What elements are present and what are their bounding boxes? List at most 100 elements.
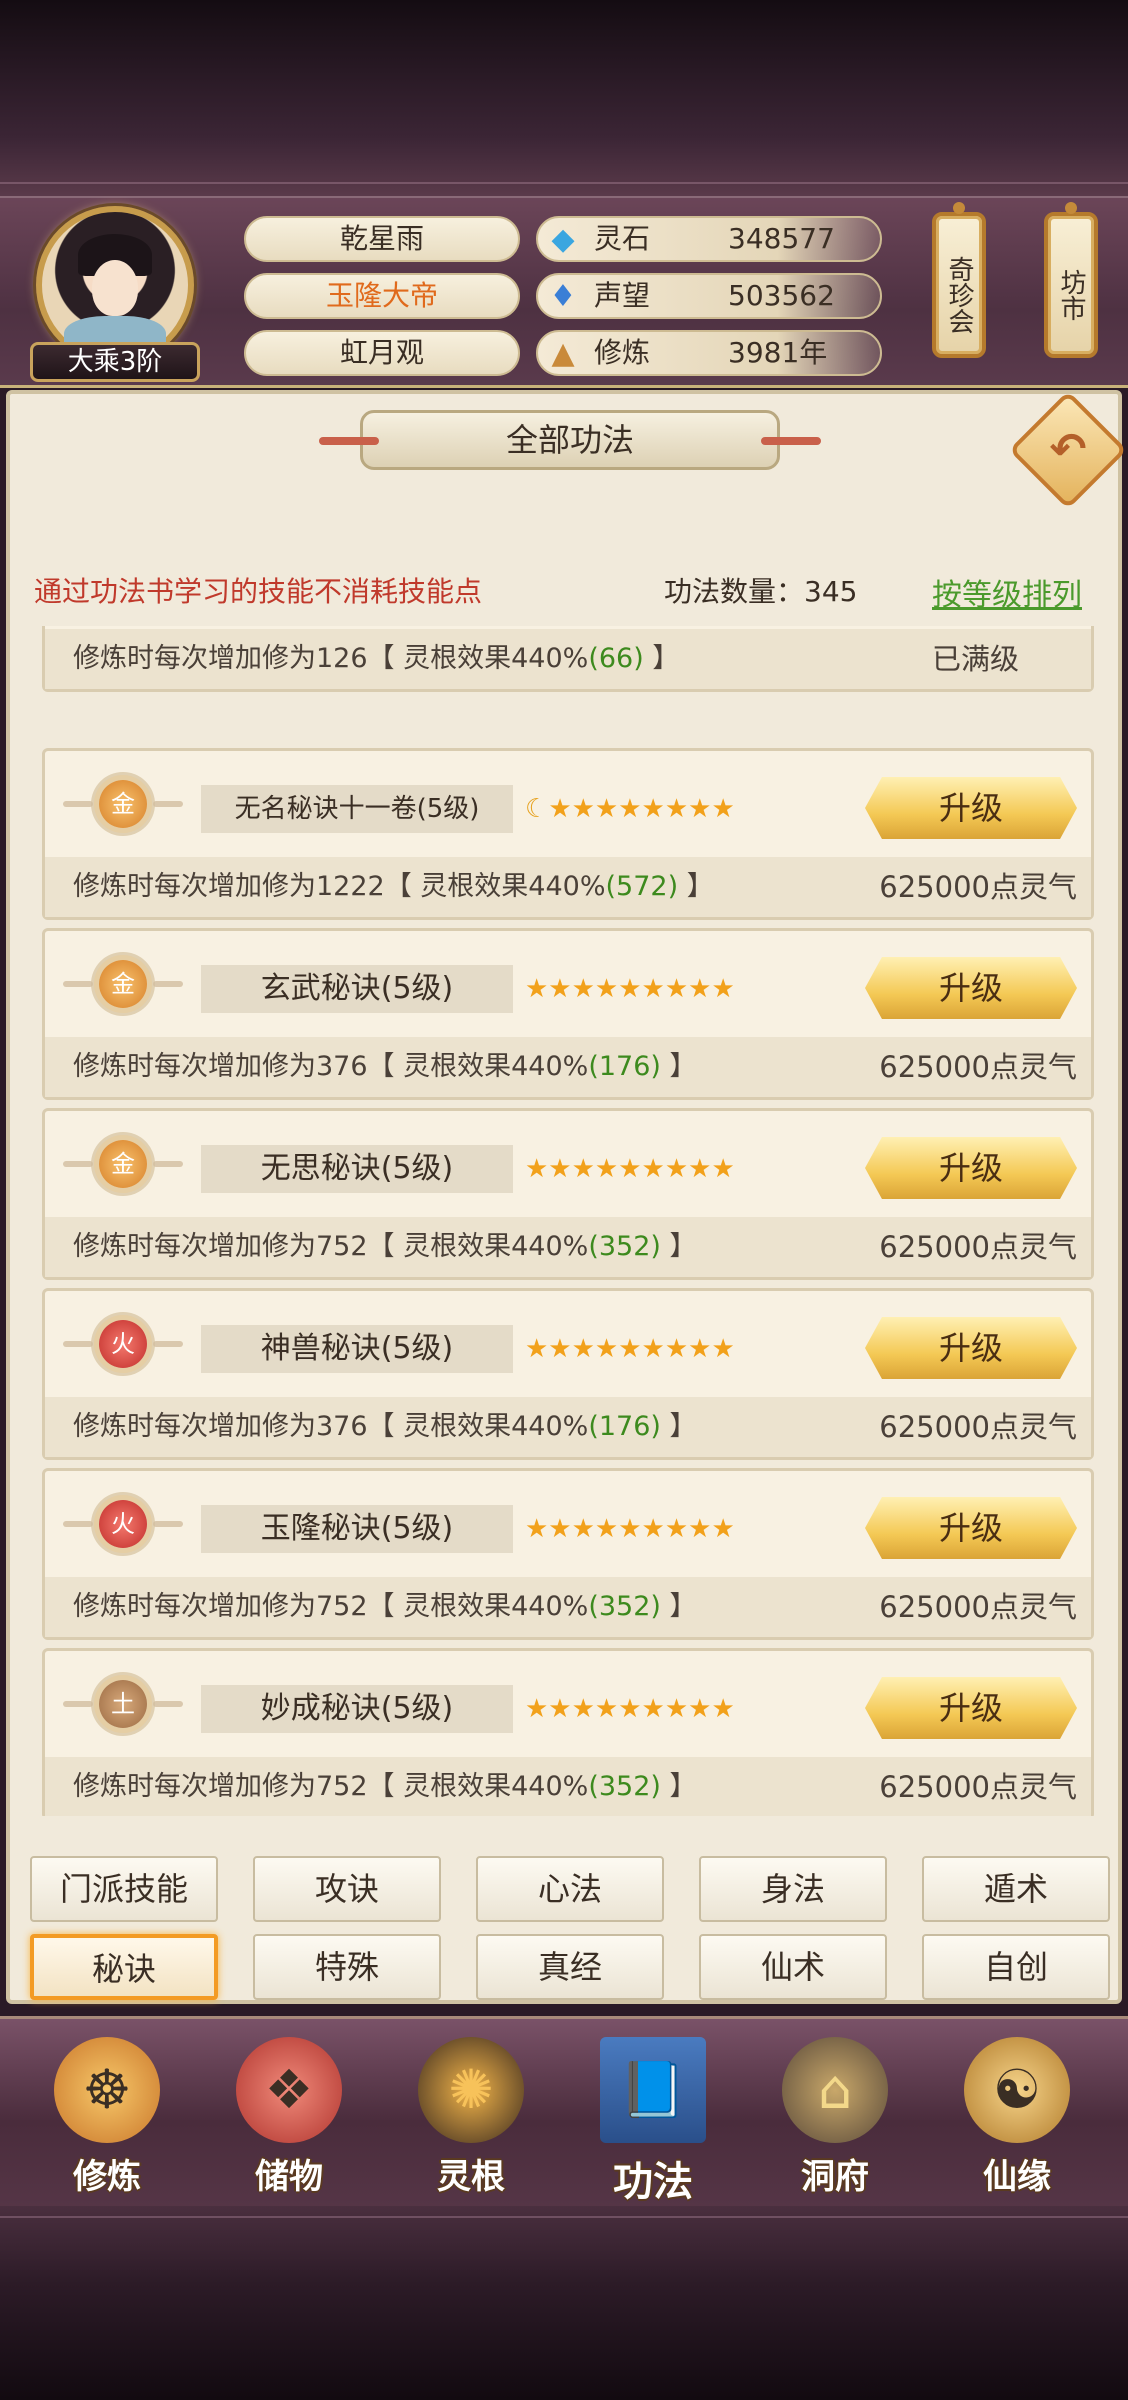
row-detail: 修炼时每次增加修为752【 灵根效果440%(352) 】 625000点灵气 [45, 1757, 1091, 1816]
avatar[interactable] [36, 206, 194, 364]
star-rating: ☾★★★★★★★★ [525, 794, 735, 824]
tab-mind-method[interactable]: 心法 [476, 1856, 664, 1922]
skill-count: 功法数量：345 [664, 575, 858, 608]
bottom-ornament [0, 2216, 1128, 2240]
skill-effect: 修炼时每次增加修为376【 灵根效果440%(176) 】 [73, 1397, 697, 1457]
effect-close: 】 [678, 871, 714, 902]
effect-close: 】 [660, 1231, 697, 1262]
star-rating: ★★★★★★★★★ [525, 1334, 735, 1364]
list-item: 金 玄武秘诀(5级) ★★★★★★★★★ 升级 修炼时每次增加修为376【 灵根… [42, 928, 1094, 1100]
effect-close: 】 [660, 1771, 697, 1802]
treasure-hall-button[interactable]: 奇珍会 [932, 202, 986, 358]
resource-label: 灵石 [594, 222, 651, 255]
fire-element-icon: 火 [63, 1500, 183, 1548]
metal-element-icon: 金 [63, 960, 183, 1008]
skill-name: 无思秘诀(5级) [201, 1145, 513, 1193]
upgrade-button[interactable]: 升级 [865, 1137, 1077, 1199]
sort-by-level-link[interactable]: 按等级排列 [932, 570, 1082, 614]
skill-name: 玉隆秘诀(5级) [201, 1505, 513, 1553]
tab-secret-arts[interactable]: 秘诀 [30, 1934, 218, 2000]
market-button[interactable]: 坊市 [1044, 202, 1098, 358]
star-rating: ★★★★★★★★★ [525, 974, 735, 1004]
effect-text: 修炼时每次增加修为126【 灵根效果440% [73, 643, 589, 674]
meditation-icon: ▲ [551, 336, 575, 371]
nav-cultivate[interactable]: ☸ 修炼 [32, 2037, 182, 2201]
row-detail: 修炼时每次增加修为752【 灵根效果440%(352) 】 625000点灵气 [45, 1217, 1091, 1277]
nav-spirit-root[interactable]: ✺ 灵根 [396, 2037, 546, 2201]
tab-scripture[interactable]: 真经 [476, 1934, 664, 2000]
max-level-status: 已满级 [931, 642, 1019, 676]
nav-storage[interactable]: ❖ 储物 [214, 2037, 364, 2201]
star-rating: ★★★★★★★★★ [525, 1514, 735, 1544]
player-info: 乾星雨 玉隆大帝 虹月观 [244, 216, 520, 387]
skill-point-notice: 通过功法书学习的技能不消耗技能点 [34, 575, 483, 608]
tab-movement[interactable]: 身法 [699, 1856, 887, 1922]
tab-immortal-arts[interactable]: 仙术 [699, 1934, 887, 2000]
cave-dwelling-icon: ⌂ [782, 2037, 888, 2143]
list-item: 土 妙成秘诀(5级) ★★★★★★★★★ 升级 修炼时每次增加修为752【 灵根… [42, 1648, 1094, 1816]
tab-escape[interactable]: 遁术 [922, 1856, 1110, 1922]
prestige-icon: ♦ [549, 279, 577, 314]
row-header: 土 妙成秘诀(5级) ★★★★★★★★★ 升级 [45, 1651, 1091, 1757]
tab-self-created[interactable]: 自创 [922, 1934, 1110, 2000]
nav-label: 修炼 [73, 2157, 141, 2197]
nav-label: 灵根 [437, 2157, 505, 2197]
effect-text: 修炼时每次增加修为752【 灵根效果440% [73, 1771, 589, 1802]
tab-attack[interactable]: 攻诀 [253, 1856, 441, 1922]
skill-name: 玄武秘诀(5级) [201, 965, 513, 1013]
realm-badge: 大乘3阶 [30, 342, 200, 382]
effect-bonus: (352) [588, 1771, 661, 1802]
gourd-icon: ☯ [964, 2037, 1070, 2143]
nav-skills[interactable]: 📘 功法 [578, 2037, 728, 2205]
effect-close: 】 [660, 1591, 697, 1622]
list-item: 金 无名秘诀十一卷(5级) ☾★★★★★★★★ 升级 修炼时每次增加修为1222… [42, 748, 1094, 920]
bottom-backdrop [0, 2206, 1128, 2400]
nav-destiny[interactable]: ☯ 仙缘 [942, 2037, 1092, 2201]
tab-sect-skills[interactable]: 门派技能 [30, 1856, 218, 1922]
effect-text: 修炼时每次增加修为752【 灵根效果440% [73, 1591, 589, 1622]
skill-list[interactable]: 火 ★★★★ 修炼时每次增加修为126【 灵根效果440%(66) 】 已满级 … [34, 626, 1102, 1816]
row-detail: 修炼时每次增加修为126【 灵根效果440%(66) 】 已满级 [45, 629, 1091, 689]
skill-name: 无名秘诀十一卷(5级) [201, 785, 513, 833]
skill-name: 妙成秘诀(5级) [201, 1685, 513, 1733]
player-name: 乾星雨 [244, 216, 520, 262]
top-backdrop [0, 0, 1128, 196]
skill-effect: 修炼时每次增加修为126【 灵根效果440%(66) 】 [73, 629, 679, 689]
upgrade-button[interactable]: 升级 [865, 1677, 1077, 1739]
player-sect: 虹月观 [244, 330, 520, 376]
skill-book-icon: 📘 [600, 2037, 706, 2143]
avatar-area[interactable]: 大乘3阶 [30, 206, 200, 382]
star-rating: ★★★★★★★★★ [525, 1154, 735, 1184]
row-detail: 修炼时每次增加修为752【 灵根效果440%(352) 】 625000点灵气 [45, 1577, 1091, 1637]
effect-bonus: (352) [588, 1591, 661, 1622]
upgrade-cost: 625000点灵气 [879, 1230, 1077, 1264]
upgrade-button[interactable]: 升级 [865, 1317, 1077, 1379]
tab-special[interactable]: 特殊 [253, 1934, 441, 2000]
meditating-monk-icon: ☸ [54, 2037, 160, 2143]
effect-close: 】 [660, 1411, 697, 1442]
list-item: 金 无思秘诀(5级) ★★★★★★★★★ 升级 修炼时每次增加修为752【 灵根… [42, 1108, 1094, 1280]
upgrade-cost: 625000点灵气 [879, 1050, 1077, 1084]
list-item: 火 玉隆秘诀(5级) ★★★★★★★★★ 升级 修炼时每次增加修为752【 灵根… [42, 1468, 1094, 1640]
nav-label: 功法 [613, 2159, 693, 2205]
upgrade-button[interactable]: 升级 [865, 957, 1077, 1019]
star-rating: ★★★★★★★★★ [525, 1694, 735, 1724]
resource-spirit-stone: ◆ 灵石 348577 [536, 216, 882, 262]
back-button[interactable]: ↶ [1008, 390, 1128, 510]
list-item: 火 神兽秘诀(5级) ★★★★★★★★★ 升级 修炼时每次增加修为376【 灵根… [42, 1288, 1094, 1460]
crystal-icon: ◆ [551, 222, 575, 257]
effect-bonus: (572) [605, 871, 679, 902]
bottom-nav: ☸ 修炼 ❖ 储物 ✺ 灵根 📘 功法 ⌂ 洞府 ☯ 仙缘 [0, 2016, 1128, 2206]
effect-bonus: (66) [588, 643, 644, 674]
earth-element-icon: 土 [63, 1680, 183, 1728]
resource-value: 3981年 [728, 336, 828, 369]
upgrade-button[interactable]: 升级 [865, 1497, 1077, 1559]
upgrade-button[interactable]: 升级 [865, 777, 1077, 839]
skill-effect: 修炼时每次增加修为752【 灵根效果440%(352) 】 [73, 1217, 697, 1277]
row-header: 金 无思秘诀(5级) ★★★★★★★★★ 升级 [45, 1111, 1091, 1217]
nav-label: 仙缘 [983, 2157, 1051, 2197]
nav-cave[interactable]: ⌂ 洞府 [760, 2037, 910, 2201]
player-title: 玉隆大帝 [244, 273, 520, 319]
nav-label: 储物 [255, 2157, 323, 2197]
skill-effect: 修炼时每次增加修为376【 灵根效果440%(176) 】 [73, 1037, 697, 1097]
